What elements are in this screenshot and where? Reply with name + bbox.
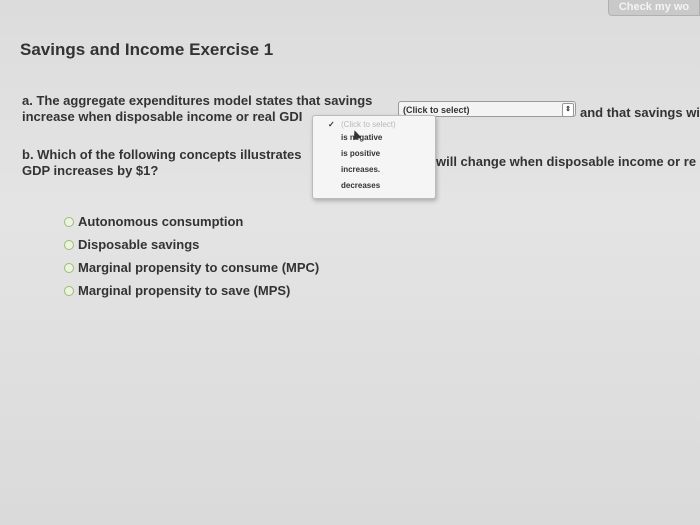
radio-button[interactable] xyxy=(64,262,74,273)
checkmark-icon: ✓ xyxy=(328,120,335,129)
option-label: Disposable savings xyxy=(78,237,200,252)
option-label: Marginal propensity to consume (MPC) xyxy=(78,260,320,275)
radio-button[interactable] xyxy=(64,285,74,296)
option-label: Marginal propensity to save (MPS) xyxy=(78,283,291,298)
page-title: Savings and Income Exercise 1 xyxy=(20,40,274,59)
question-a-text: a. The aggregate expenditures model stat… xyxy=(22,93,373,108)
radio-button[interactable] xyxy=(64,216,74,227)
question-b-text-cont: GDP increases by $1? xyxy=(22,163,159,178)
option-disposable-savings[interactable]: Disposable savings xyxy=(64,233,319,256)
dropdown-option-is-negative[interactable]: is negative xyxy=(341,133,382,142)
dropdown-option-placeholder[interactable]: (Click to select) xyxy=(341,120,396,129)
radio-button[interactable] xyxy=(64,239,74,250)
question-b-tail: will change when disposable income or re xyxy=(436,154,697,169)
option-mps[interactable]: Marginal propensity to save (MPS) xyxy=(64,279,319,302)
question-a-tail: and that savings wil xyxy=(580,105,700,120)
option-autonomous-consumption[interactable]: Autonomous consumption xyxy=(64,210,319,233)
answer-select-value: (Click to select) xyxy=(403,105,470,115)
dropdown-option-increases[interactable]: increases. xyxy=(341,165,380,174)
dropdown-option-decreases[interactable]: decreases xyxy=(341,181,380,190)
option-mpc[interactable]: Marginal propensity to consume (MPC) xyxy=(64,256,319,279)
question-b-text: b. Which of the following concepts illus… xyxy=(22,147,302,162)
answer-dropdown-menu[interactable]: ✓ (Click to select) is negative is posit… xyxy=(312,115,436,199)
question-a-text-cont: increase when disposable income or real … xyxy=(22,109,303,124)
select-arrow-icon: ⇕ xyxy=(562,103,574,117)
answer-options: Autonomous consumption Disposable saving… xyxy=(64,210,319,302)
option-label: Autonomous consumption xyxy=(78,214,244,229)
dropdown-option-is-positive[interactable]: is positive xyxy=(341,149,380,158)
check-my-work-button[interactable]: Check my wo xyxy=(608,0,700,16)
